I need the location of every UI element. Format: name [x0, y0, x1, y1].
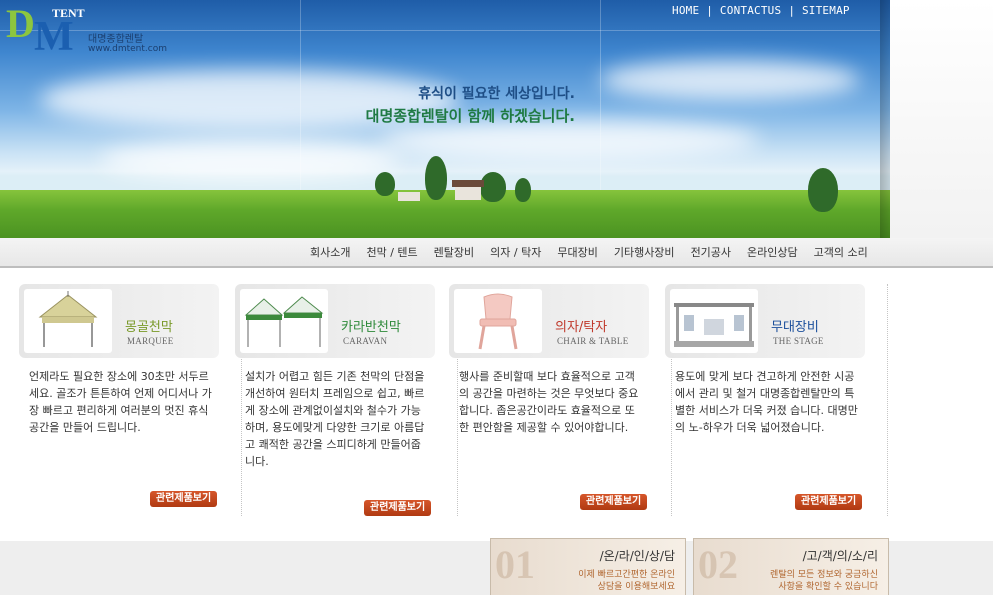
box-subtitle: 이제 빠르고간편한 온라인 상담을 이용해보세요	[578, 570, 675, 592]
hero-banner: D M TENT 대명종합렌탈 www.dmtent.com HOME | CO…	[0, 0, 993, 238]
card-title-ko: 카라반천막	[341, 320, 401, 335]
nav-contact-link[interactable]: CONTACTUS	[720, 4, 781, 17]
card-description: 언제라도 필요한 장소에 30초만 서두르세요. 골조가 튼튼하여 언제 어디서…	[29, 370, 212, 434]
marquee-tent-image[interactable]	[24, 289, 112, 353]
view-products-button[interactable]: 관련제품보기	[580, 494, 648, 510]
logo-url: www.dmtent.com	[88, 44, 167, 54]
box-number: 01	[495, 542, 535, 587]
box-subtitle: 렌탈의 모든 정보와 궁금하신 사항을 확인할 수 있습니다	[770, 570, 878, 592]
view-products-button[interactable]: 관련제품보기	[364, 500, 432, 516]
card-header[interactable]: 무대장비 THE STAGE	[665, 284, 865, 358]
logo-letter-d: D	[6, 1, 35, 46]
chair-image[interactable]	[454, 289, 542, 353]
card-description: 설치가 어렵고 힘든 기존 천막의 단점을 개선하여 원터치 프레임으로 쉽고,…	[245, 370, 425, 468]
main-menu-bar: 회사소개 천막 / 텐트 렌탈장비 의자 / 탁자 무대장비 기타행사장비 전기…	[0, 238, 993, 268]
product-card-stage: 무대장비 THE STAGE 용도에 맞게 보다 견고하게 안전한 시공에서 관…	[665, 284, 888, 519]
menu-item-rental[interactable]: 렌탈장비	[434, 244, 474, 260]
online-consult-box[interactable]: 01 /온/라/인/상/담 이제 빠르고간편한 온라인 상담을 이용해보세요	[490, 538, 686, 595]
logo-tent-text: TENT	[52, 6, 85, 20]
caravan-tent-image[interactable]	[240, 289, 328, 353]
card-title-en: CHAIR & TABLE	[557, 336, 629, 346]
card-title-ko: 무대장비	[771, 320, 819, 335]
nav-home-link[interactable]: HOME	[672, 4, 699, 17]
view-products-button[interactable]: 관련제품보기	[150, 491, 218, 507]
card-title-en: CARAVAN	[343, 336, 388, 346]
menu-item-event-equipment[interactable]: 기타행사장비	[614, 244, 675, 260]
product-card-marquee: 몽골천막 MARQUEE 언제라도 필요한 장소에 30초만 서두르세요. 골조…	[19, 284, 242, 519]
card-title-ko: 몽골천막	[125, 320, 173, 335]
site-logo[interactable]: D M TENT 대명종합렌탈 www.dmtent.com	[6, 4, 186, 60]
card-title-en: THE STAGE	[773, 336, 824, 346]
view-products-button[interactable]: 관련제품보기	[795, 494, 863, 510]
stage-image[interactable]	[670, 289, 758, 353]
menu-item-stage[interactable]: 무대장비	[557, 244, 597, 260]
logo-letter-m: M	[34, 14, 74, 60]
hero-slogan-line2: 대명종합렌탈이 함께 하겠습니다.	[365, 107, 575, 125]
card-title-en: MARQUEE	[127, 336, 174, 346]
card-header[interactable]: 의자/탁자 CHAIR & TABLE	[449, 284, 649, 358]
box-title: /온/라/인/상/담	[599, 549, 675, 563]
menu-item-customer-voice[interactable]: 고객의 소리	[814, 244, 868, 260]
logo-company-name: 대명종합렌탈	[88, 34, 144, 45]
card-header[interactable]: 카라반천막 CARAVAN	[235, 284, 435, 358]
hero-slogan-line1: 휴식이 필요한 세상입니다.	[418, 86, 575, 102]
box-number: 02	[698, 542, 738, 587]
card-description: 용도에 맞게 보다 견고하게 안전한 시공에서 관리 및 철거 대명종합렌탈만의…	[675, 370, 858, 434]
top-nav: HOME | CONTACTUS | SITEMAP	[672, 3, 850, 17]
box-title: /고/객/의/소/리	[802, 549, 878, 563]
card-description: 행사를 준비할때 보다 효율적으로 고객의 공간을 마련하는 것은 무엇보다 중…	[459, 370, 639, 434]
customer-voice-box[interactable]: 02 /고/객/의/소/리 렌탈의 모든 정보와 궁금하신 사항을 확인할 수 …	[693, 538, 889, 595]
menu-item-online-consult[interactable]: 온라인상담	[747, 244, 798, 260]
product-card-caravan: 카라반천막 CARAVAN 설치가 어렵고 힘든 기존 천막의 단점을 개선하여…	[235, 284, 458, 519]
menu-item-chair-table[interactable]: 의자 / 탁자	[490, 244, 541, 260]
card-title-ko: 의자/탁자	[555, 320, 608, 335]
nav-separator: |	[788, 3, 795, 17]
menu-item-electric[interactable]: 전기공사	[691, 244, 731, 260]
card-divider	[887, 284, 888, 516]
menu-item-company[interactable]: 회사소개	[310, 244, 350, 260]
nav-sitemap-link[interactable]: SITEMAP	[802, 4, 850, 17]
main-menu: 회사소개 천막 / 텐트 렌탈장비 의자 / 탁자 무대장비 기타행사장비 전기…	[310, 244, 884, 260]
product-card-chair-table: 의자/탁자 CHAIR & TABLE 행사를 준비할때 보다 효율적으로 고객…	[449, 284, 672, 519]
card-header[interactable]: 몽골천막 MARQUEE	[19, 284, 219, 358]
menu-item-tent[interactable]: 천막 / 텐트	[366, 244, 417, 260]
nav-separator: |	[706, 3, 713, 17]
